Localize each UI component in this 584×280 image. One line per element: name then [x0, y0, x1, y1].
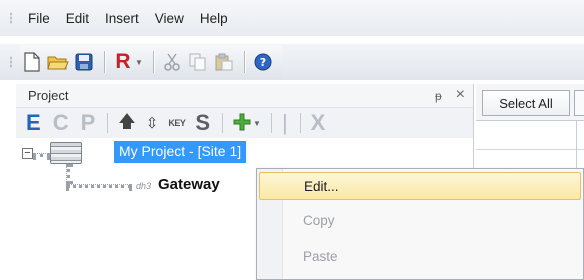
menu-view[interactable]: View — [147, 0, 192, 36]
project-toolbar: E C P 🡅 ⇳ KEY S ▼ | X — [16, 108, 473, 138]
tree-connector-line — [33, 153, 50, 157]
context-menu-paste[interactable]: Paste — [259, 242, 581, 270]
device-type-tag: dh3 — [136, 181, 152, 191]
context-menu: Edit... Copy Paste — [256, 168, 584, 280]
paste-icon[interactable] — [212, 50, 236, 74]
r-dropdown-arrow-icon[interactable]: ▼ — [135, 58, 143, 67]
menu-file[interactable]: File — [20, 0, 58, 36]
toolbar-separator — [107, 113, 109, 133]
new-document-icon[interactable] — [20, 50, 44, 74]
r-icon[interactable]: R — [111, 50, 135, 74]
tree-collapse-toggle[interactable]: − — [22, 148, 33, 159]
r-icon-letter: R — [115, 50, 131, 73]
move-up-down-icon[interactable]: ⇳ — [146, 114, 159, 132]
menu-insert[interactable]: Insert — [97, 0, 147, 36]
pin-icon[interactable]: ᵽ — [435, 89, 442, 103]
next-button-edge[interactable] — [574, 90, 584, 116]
x-letter-icon[interactable]: X — [311, 110, 326, 136]
copy-icon[interactable] — [186, 50, 210, 74]
arrow-up-icon[interactable]: 🡅 — [118, 109, 135, 138]
add-dropdown-arrow-icon[interactable]: ▼ — [253, 119, 261, 128]
context-menu-copy[interactable]: Copy — [259, 206, 581, 234]
s-letter-icon[interactable]: S — [195, 110, 210, 136]
project-server-icon — [50, 142, 82, 164]
toolbar-separator — [270, 113, 272, 133]
tree-item-my-project[interactable]: My Project - [Site 1] — [114, 141, 247, 163]
cut-icon[interactable] — [160, 50, 184, 74]
menu-bar: File Edit Insert View Help — [0, 0, 584, 36]
c-letter-icon[interactable]: C — [53, 110, 69, 136]
close-icon[interactable]: × — [456, 86, 465, 103]
bar-icon[interactable]: | — [282, 110, 288, 136]
toolbar-separator — [222, 113, 224, 133]
svg-text:?: ? — [260, 56, 266, 69]
save-icon[interactable] — [72, 50, 96, 74]
project-pane-header: Project ᵽ × — [16, 84, 473, 108]
toolbar-button-area: R ▼ ? — [20, 45, 283, 79]
toolbar-separator — [104, 51, 105, 73]
menu-help[interactable]: Help — [192, 0, 236, 36]
grid-line — [476, 149, 584, 150]
help-icon[interactable]: ? — [251, 50, 275, 74]
main-toolbar: R ▼ ? — [0, 44, 584, 80]
toolbar-separator — [152, 51, 154, 73]
menu-grip-icon[interactable] — [0, 0, 20, 36]
p-letter-icon[interactable]: P — [81, 110, 96, 136]
tree-connector-line — [66, 164, 70, 184]
tree-item-gateway[interactable]: Gateway — [158, 176, 220, 193]
toolbar-grip-icon[interactable] — [0, 44, 20, 80]
context-menu-edit[interactable]: Edit... — [259, 172, 581, 200]
project-pane-title: Project — [28, 88, 69, 103]
pane-controls: ᵽ × — [435, 86, 465, 103]
toolbar-separator — [299, 113, 301, 133]
tree-connector-line — [66, 184, 132, 188]
e-letter-icon[interactable]: E — [26, 110, 41, 136]
key-icon[interactable]: KEY — [168, 118, 186, 128]
open-folder-icon[interactable] — [46, 50, 70, 74]
menu-edit[interactable]: Edit — [58, 0, 97, 36]
select-all-button[interactable]: Select All — [482, 90, 570, 116]
toolbar-separator — [243, 51, 245, 73]
add-plus-icon[interactable] — [233, 113, 251, 134]
